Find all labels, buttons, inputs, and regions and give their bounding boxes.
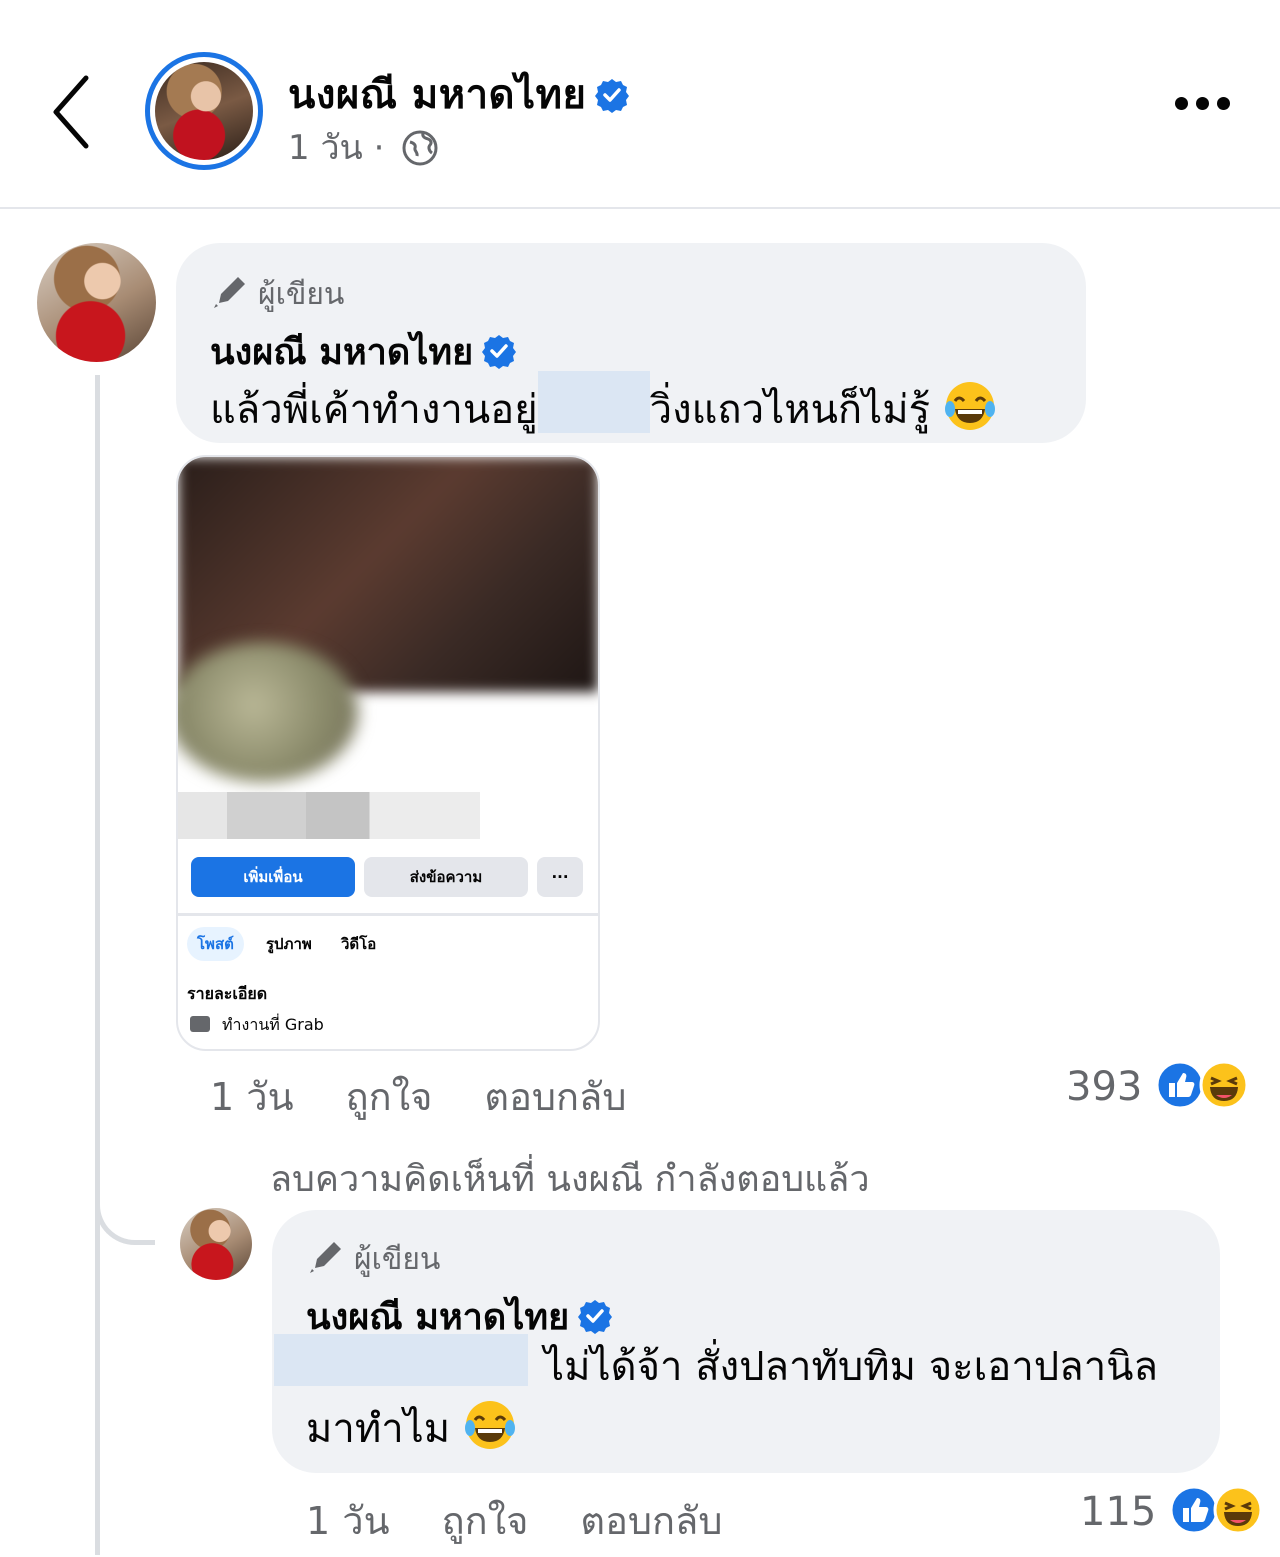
verified-badge-icon [481, 333, 517, 369]
reaction-summary[interactable]: 393 [1066, 1060, 1249, 1110]
reply-text-line2: มาทำไม [306, 1398, 517, 1460]
like-reaction-icon [1155, 1060, 1205, 1110]
page-avatar[interactable] [145, 52, 263, 170]
more-label: ··· [551, 868, 569, 886]
comment-actions: 1 วัน ถูกใจ ตอบกลับ [210, 1066, 678, 1127]
tab-posts[interactable]: โพสต์ [187, 927, 244, 961]
add-friend-label: เพิ่มเพื่อน [243, 868, 303, 886]
more-dots-icon[interactable] [1175, 95, 1245, 125]
globe-icon [401, 129, 439, 167]
like-button[interactable]: ถูกใจ [346, 1075, 433, 1119]
reply-time[interactable]: 1 วัน [306, 1499, 390, 1543]
reply-button[interactable]: ตอบกลับ [484, 1075, 626, 1119]
comment-attachment[interactable]: เพิ่มเพื่อน ส่งข้อความ ··· โพสต์ รูปภาพ … [176, 455, 600, 1051]
redacted-text [274, 1334, 528, 1386]
divider [178, 913, 598, 916]
reaction-count: 393 [1066, 1064, 1143, 1110]
author-tag: ผู้เขียน [308, 1236, 440, 1283]
haha-reaction-icon [1213, 1485, 1263, 1535]
add-friend-button[interactable]: เพิ่มเพื่อน [191, 857, 355, 897]
avatar-photo [155, 62, 253, 160]
briefcase-icon [190, 1016, 210, 1032]
haha-reaction-icon [1199, 1060, 1249, 1110]
tab-photos[interactable]: รูปภาพ [256, 927, 322, 961]
comment-bubble[interactable]: ผู้เขียน นงผณี มหาดไทย แล้วพี่เค้าทำงานอ… [176, 243, 1086, 443]
comment-author-text[interactable]: นงผณี มหาดไทย [210, 332, 473, 373]
author-tag-label: ผู้เขียน [354, 1242, 441, 1277]
page-name-text[interactable]: นงผณี มหาดไทย [288, 72, 586, 118]
message-button[interactable]: ส่งข้อความ [364, 857, 528, 897]
thread-line [95, 375, 100, 1555]
redacted-text [537, 371, 650, 433]
details-label: รายละเอียด [187, 984, 268, 1003]
post-meta: 1 วัน · [288, 120, 439, 174]
post-time[interactable]: 1 วัน [288, 128, 363, 168]
laughing-emoji-icon [943, 379, 997, 433]
reply-actions: 1 วัน ถูกใจ ตอบกลับ [306, 1490, 774, 1551]
tab-videos[interactable]: วิดีโอ [331, 927, 386, 961]
more-button[interactable]: ··· [537, 857, 583, 897]
author-tag-label: ผู้เขียน [258, 277, 345, 312]
reply-avatar[interactable] [180, 1208, 252, 1280]
message-label: ส่งข้อความ [409, 868, 483, 886]
back-chevron-icon[interactable] [48, 72, 98, 152]
comment-text: แล้วพี่เค้าทำงานอยู่ วิ่งแถวไหนก็ไม่รู้ [210, 371, 997, 441]
reply-bubble[interactable]: ผู้เขียน นงผณี มหาดไทย ไม่ได้จ้า สั่งปลา… [272, 1210, 1220, 1473]
author-tag: ผู้เขียน [212, 271, 344, 318]
work-info: ทำงานที่ Grab [190, 1013, 324, 1038]
reply-like-button[interactable]: ถูกใจ [442, 1499, 529, 1543]
reply-reaction-summary[interactable]: 115 [1080, 1485, 1263, 1535]
comment-text-before: แล้วพี่เค้าทำงานอยู่ [210, 387, 538, 433]
verified-badge-icon [577, 1298, 613, 1334]
page-title[interactable]: นงผณี มหาดไทย [288, 62, 630, 126]
pen-icon [308, 1239, 344, 1275]
work-text: ทำงานที่ Grab [222, 1015, 324, 1034]
pen-icon [212, 274, 248, 310]
comment-avatar[interactable] [37, 243, 156, 362]
thread-connector [95, 1190, 155, 1245]
redacted-name [178, 792, 480, 839]
deleted-comment-notice: ลบความคิดเห็นที่ นงผณี กำลังตอบแล้ว [270, 1159, 870, 1200]
like-reaction-icon [1169, 1485, 1219, 1535]
reply-text-1: ไม่ได้จ้า สั่งปลาทับทิม จะเอาปลานิล [544, 1344, 1159, 1390]
comment-time[interactable]: 1 วัน [210, 1075, 294, 1119]
verified-badge-icon [594, 77, 630, 113]
reply-text-line1: ไม่ได้จ้า สั่งปลาทับทิม จะเอาปลานิล [274, 1334, 1158, 1398]
reply-reaction-count: 115 [1080, 1489, 1157, 1535]
reply-reply-button[interactable]: ตอบกลับ [580, 1499, 722, 1543]
reply-text-2: มาทำไม [306, 1406, 451, 1452]
laughing-emoji-icon [463, 1398, 517, 1452]
reply-author-text[interactable]: นงผณี มหาดไทย [306, 1297, 569, 1338]
meta-separator: · [373, 128, 385, 168]
blurred-profile-photo [178, 642, 358, 782]
post-header: นงผณี มหาดไทย 1 วัน · [0, 0, 1280, 209]
comment-text-after: วิ่งแถวไหนก็ไม่รู้ [649, 387, 931, 433]
